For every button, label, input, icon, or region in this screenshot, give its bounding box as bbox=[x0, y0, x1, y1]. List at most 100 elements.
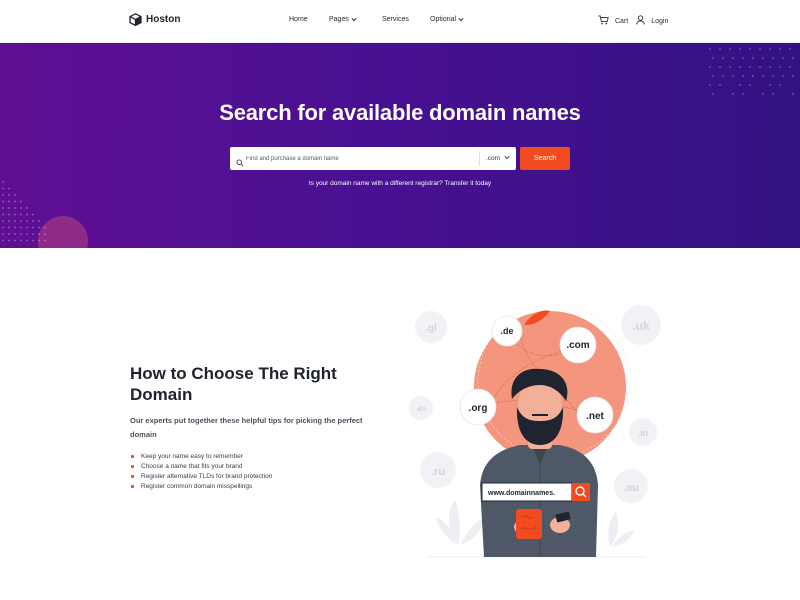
tld-select[interactable]: .com bbox=[479, 151, 516, 166]
tip-text: Choose a name that fits your brand bbox=[141, 463, 243, 470]
list-item: Register common domain misspellings bbox=[131, 482, 272, 492]
menu-item-optional[interactable]: Optional bbox=[430, 16, 464, 23]
mug-icon bbox=[516, 509, 542, 539]
decorative-dot bbox=[8, 200, 10, 203]
chevron-down-icon bbox=[458, 17, 464, 22]
tip-text: Keep your name easy to remember bbox=[141, 453, 243, 460]
decorative-dot bbox=[38, 226, 40, 229]
search-button[interactable]: Search bbox=[520, 147, 570, 170]
menu-item-label: Pages bbox=[329, 16, 349, 23]
decorative-dot bbox=[781, 74, 785, 78]
decorative-dot bbox=[14, 213, 16, 216]
decorative-dot bbox=[731, 56, 735, 60]
cart-link[interactable]: Cart bbox=[598, 15, 628, 27]
decorative-dot bbox=[768, 65, 772, 69]
bubble-label: .org bbox=[469, 403, 488, 414]
bubble-label: .ru bbox=[431, 466, 445, 478]
decorative-dot bbox=[32, 233, 34, 235]
decorative-dot bbox=[778, 65, 782, 69]
decorative-dot bbox=[758, 65, 762, 69]
decorative-dot bbox=[38, 233, 40, 235]
hero-title: Search for available domain names bbox=[219, 100, 581, 125]
decorative-dot bbox=[711, 92, 715, 96]
decorative-dot bbox=[791, 74, 795, 78]
domain-search-box: .com bbox=[230, 147, 516, 170]
tld-selected-value: .com bbox=[485, 155, 501, 162]
decorative-dot bbox=[2, 220, 4, 222]
decorative-dot bbox=[20, 220, 22, 222]
bullet-icon bbox=[131, 455, 134, 458]
decorative-dot bbox=[771, 74, 775, 78]
decorative-dot bbox=[14, 200, 16, 203]
domain-bubble-in: .in bbox=[629, 418, 657, 446]
decorative-dot bbox=[728, 65, 732, 69]
menu-item-pages[interactable]: Pages bbox=[329, 16, 382, 23]
decorative-dot bbox=[771, 56, 775, 60]
decorative-dot bbox=[20, 226, 22, 229]
login-link[interactable]: Login bbox=[636, 15, 668, 27]
decorative-dot bbox=[2, 239, 4, 242]
decorative-dot bbox=[32, 239, 34, 242]
bubble-label: .es bbox=[415, 404, 427, 413]
decorative-dot bbox=[44, 226, 46, 229]
decorative-dot bbox=[32, 220, 34, 222]
decorative-dot bbox=[2, 187, 4, 190]
section-subtitle: Our experts put together these helpful t… bbox=[130, 416, 363, 439]
decorative-dot bbox=[718, 47, 722, 51]
menu-item-home[interactable]: Home bbox=[289, 16, 329, 23]
brand-logo[interactable]: Hoston bbox=[129, 13, 180, 26]
user-icon bbox=[636, 15, 645, 27]
decorative-dot bbox=[32, 213, 34, 216]
domain-search-input[interactable] bbox=[246, 147, 478, 170]
decorative-dot bbox=[791, 92, 795, 96]
decorative-dot bbox=[718, 83, 722, 87]
decorative-dot bbox=[38, 239, 40, 242]
domain-bubble-es: .es bbox=[409, 396, 433, 420]
decorative-dot bbox=[718, 65, 722, 69]
decorative-dot bbox=[748, 65, 752, 69]
domain-illustration: www.domainnames. .de .com .org .net .gl … bbox=[409, 304, 661, 558]
decorative-dot bbox=[20, 213, 22, 216]
decorative-dot bbox=[26, 239, 28, 242]
decorative-dot bbox=[26, 226, 28, 229]
decorative-dot bbox=[711, 74, 715, 78]
decorative-dot bbox=[20, 233, 22, 235]
bubble-label: .gl bbox=[425, 323, 437, 334]
decorative-dot bbox=[788, 65, 792, 69]
decorative-dot bbox=[8, 239, 10, 242]
decorative-dot bbox=[751, 56, 755, 60]
decorative-dot bbox=[2, 207, 4, 209]
brand-name: Hoston bbox=[146, 14, 181, 25]
decorative-dot bbox=[721, 56, 725, 60]
domain-bubble-ru: .ru bbox=[420, 452, 456, 488]
tips-list: Keep your name easy to remember Choose a… bbox=[131, 452, 272, 492]
chevron-down-icon bbox=[504, 155, 510, 162]
chevron-down-icon bbox=[351, 17, 357, 22]
bullet-icon bbox=[131, 475, 134, 478]
domain-bubble-com: .com bbox=[559, 326, 597, 364]
decorative-dot bbox=[14, 239, 16, 242]
plant-left-icon bbox=[436, 500, 486, 545]
decorative-dot bbox=[791, 56, 795, 60]
menu-item-services[interactable]: Services bbox=[382, 16, 430, 23]
list-item: Register alternative TLDs for brand prot… bbox=[131, 472, 272, 482]
cube-logo-icon bbox=[129, 13, 142, 26]
decorative-dot bbox=[2, 226, 4, 229]
decorative-dot bbox=[741, 56, 745, 60]
domain-bubble-uk: .uk bbox=[621, 305, 661, 345]
decorative-dot bbox=[2, 213, 4, 216]
cart-label: Cart bbox=[615, 17, 629, 25]
transfer-link[interactable]: Is your domain name with a different reg… bbox=[0, 180, 800, 187]
domain-search-sign: www.domainnames. bbox=[481, 482, 590, 502]
decorative-dot bbox=[741, 74, 745, 78]
decorative-dot bbox=[761, 92, 765, 96]
bubble-label: .de bbox=[500, 326, 513, 336]
decorative-dot bbox=[708, 65, 712, 69]
decorative-dot bbox=[751, 74, 755, 78]
list-item: Keep your name easy to remember bbox=[131, 452, 272, 462]
decorative-dot bbox=[2, 200, 4, 203]
decorative-dot bbox=[14, 233, 16, 235]
decorative-dot bbox=[14, 194, 16, 196]
menu-item-label: Services bbox=[382, 16, 409, 23]
decorative-dot bbox=[768, 47, 772, 51]
